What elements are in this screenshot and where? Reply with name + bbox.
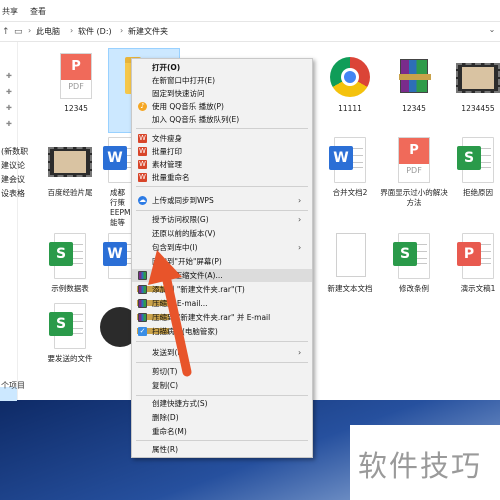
navigation-pane: ✚ ✚ ✚ ✚ (新数职 建议论 建会议 设表格 [0, 42, 28, 401]
shield-icon: ✓ [138, 327, 147, 336]
chevron-right-icon: › [298, 215, 302, 224]
text-file-icon [336, 233, 366, 277]
menu-item-properties[interactable]: 属性(R) [132, 443, 312, 456]
menu-separator [136, 186, 308, 187]
context-menu: 打开(O) 在新窗口中打开(E) 固定到快速访问 ♪ 使用 QQ音乐 播放(P) … [131, 58, 313, 458]
pin-icon: ✚ [6, 88, 12, 96]
wps-icon: W [138, 160, 147, 169]
menu-item-qq-music-play[interactable]: ♪ 使用 QQ音乐 播放(P) [132, 100, 312, 113]
menu-separator [136, 362, 308, 363]
menu-item-send-to[interactable]: 发送到(N) › [132, 346, 312, 359]
word-file-icon: W [329, 137, 366, 183]
winrar-icon [137, 285, 169, 306]
chrome-icon [330, 57, 370, 97]
file-item[interactable]: 新建文本文档 [314, 228, 386, 313]
cloud-icon: ☁ [138, 196, 147, 205]
tab-share[interactable]: 共享 [2, 6, 18, 17]
file-item[interactable]: 12345 [378, 48, 450, 133]
menu-item-pin-quick-access[interactable]: 固定到快速访问 [132, 87, 312, 100]
chevron-right-icon: › [298, 348, 302, 357]
menu-item-qq-music-queue[interactable]: 加入 QQ音乐 播放队列(E) [132, 113, 312, 126]
chevron-right-icon: › [298, 243, 302, 252]
breadcrumb-folder[interactable]: 新建文件夹 [128, 26, 168, 37]
winrar-icon [137, 313, 169, 334]
menu-separator [136, 341, 308, 342]
pin-icon: ✚ [6, 120, 12, 128]
file-item[interactable]: 11111 [314, 48, 386, 133]
address-dropdown-icon[interactable]: ⌄ [486, 25, 498, 38]
menu-separator [136, 210, 308, 211]
file-item[interactable]: P 演示文稿1 [442, 228, 500, 313]
menu-item-delete[interactable]: 删除(D) [132, 411, 312, 424]
menu-item-add-to-archive[interactable]: 添加到压缩文件(A)... [132, 269, 312, 292]
wps-icon: W [138, 173, 147, 182]
pin-icon: ✚ [6, 72, 12, 80]
pdf-file-icon: P PDF [60, 53, 92, 99]
file-item[interactable]: S 拒绝原因 [442, 132, 500, 217]
excel-file-icon: S [49, 303, 86, 349]
up-arrow-icon[interactable]: ↑ [2, 27, 10, 37]
menu-item-open[interactable]: 打开(O) [132, 61, 312, 74]
menu-item-create-shortcut[interactable]: 创建快捷方式(S) [132, 397, 312, 410]
menu-item-material-manage[interactable]: W 素材管理 [132, 158, 312, 171]
file-item[interactable]: W 合并文档2 [314, 132, 386, 217]
breadcrumb-drive[interactable]: 软件 (D:) [78, 26, 112, 37]
file-item[interactable]: P PDF 界面显示过小的解决方法 [378, 132, 450, 217]
pin-icon: ✚ [6, 104, 12, 112]
menu-item-compress-rar-email[interactable]: 压缩到 "新建文件夹.rar" 并 E-mail [132, 311, 312, 334]
excel-file-icon: S [393, 233, 430, 279]
file-item[interactable]: P PDF 12345 [40, 48, 112, 133]
menu-item-pin-start[interactable]: 固定到"开始"屏幕(P) [132, 255, 312, 268]
file-item[interactable]: 百度经验片尾 [34, 132, 106, 217]
excel-file-icon: S [49, 233, 86, 279]
tab-view[interactable]: 查看 [30, 6, 46, 17]
file-item[interactable]: 1234455 [442, 48, 500, 133]
file-item[interactable]: S 要发送的文件 [34, 298, 106, 383]
wps-icon: W [138, 134, 147, 143]
menu-item-copy[interactable]: 复制(C) [132, 379, 312, 392]
pdf-file-icon: P PDF [398, 137, 430, 183]
computer-icon: ▭ [14, 27, 23, 37]
menu-separator [136, 395, 308, 396]
menu-item-grant-access[interactable]: 授予访问权限(G) › [132, 213, 312, 226]
menu-separator [136, 128, 308, 129]
presentation-file-icon: P [457, 233, 494, 279]
video-file-icon [48, 147, 92, 177]
qq-music-icon: ♪ [138, 102, 147, 111]
menu-item-batch-rename[interactable]: W 批量重命名 [132, 171, 312, 184]
menu-item-compress-email[interactable]: 压缩并 E-mail... [132, 297, 312, 320]
file-item[interactable]: S 修改条例 [378, 228, 450, 313]
winrar-icon [137, 299, 169, 320]
rar-archive-icon [399, 59, 431, 93]
menu-item-scan-virus[interactable]: ✓ 扫描病毒(电脑管家) [132, 325, 312, 338]
menu-separator [136, 440, 308, 441]
menu-item-open-new-window[interactable]: 在新窗口中打开(E) [132, 74, 312, 87]
winrar-icon [137, 271, 169, 292]
ribbon: 共享 查看 [0, 0, 500, 22]
menu-item-include-library[interactable]: 包含到库中(I) › [132, 241, 312, 254]
address-bar[interactable]: ↑ ▭ › 此电脑 › 软件 (D:) › 新建文件夹 ⌄ [0, 22, 500, 42]
menu-item-batch-print[interactable]: W 批量打印 [132, 145, 312, 158]
menu-item-file-slim[interactable]: W 文件瘦身 [132, 132, 312, 145]
watermark: 软件技巧 [350, 425, 500, 500]
wps-icon: W [138, 147, 147, 156]
excel-file-icon: S [457, 137, 494, 183]
breadcrumb-this-pc[interactable]: 此电脑 [36, 26, 60, 37]
menu-item-restore-versions[interactable]: 还原以前的版本(V) [132, 227, 312, 240]
video-file-icon [456, 63, 500, 93]
menu-item-cut[interactable]: 剪切(T) [132, 365, 312, 378]
chevron-right-icon: › [298, 196, 302, 205]
menu-item-upload-wps[interactable]: ☁ 上传或同步到WPS › [132, 194, 312, 207]
menu-item-rename[interactable]: 重命名(M) [132, 425, 312, 438]
menu-item-add-to-rar[interactable]: 添加到 "新建文件夹.rar"(T) [132, 283, 312, 306]
